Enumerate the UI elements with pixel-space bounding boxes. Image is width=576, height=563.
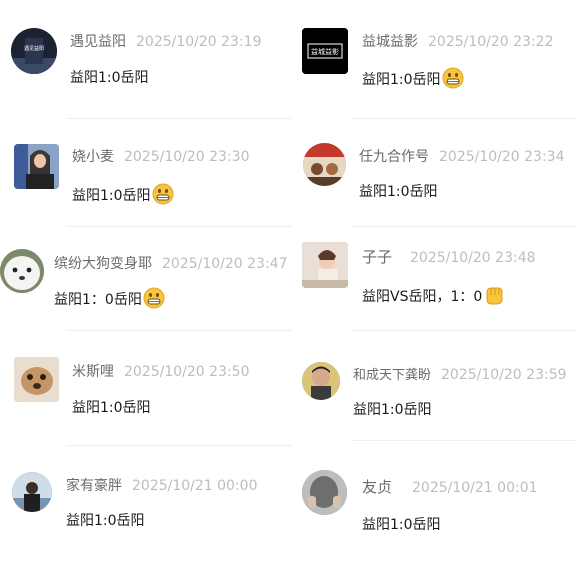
avatar[interactable]: 益城益影 xyxy=(302,28,348,74)
divider xyxy=(66,118,292,119)
username[interactable]: 和成天下龚盼 xyxy=(353,368,431,383)
comment-text: 益阳1:0岳阳 xyxy=(353,402,432,418)
comment-header: 子子 2025/10/20 23:48 xyxy=(362,246,536,267)
grin-emoji-icon xyxy=(442,67,464,89)
username[interactable]: 缤纷大狗变身耶 xyxy=(54,256,152,272)
username[interactable]: 任九合作号 xyxy=(359,149,429,165)
divider xyxy=(66,226,292,227)
comment-text: 益阳VS岳阳，1：0 xyxy=(362,284,505,306)
timestamp: 2025/10/20 23:34 xyxy=(439,149,565,165)
username[interactable]: 友贞 xyxy=(362,478,392,496)
username[interactable]: 遇见益阳 xyxy=(70,34,126,50)
divider xyxy=(352,440,576,441)
timestamp: 2025/10/20 23:47 xyxy=(162,256,288,272)
comment-header: 遇见益阳 2025/10/20 23:19 xyxy=(70,31,262,51)
avatar[interactable] xyxy=(14,144,59,189)
comment-text: 益阳1:0岳阳 xyxy=(70,70,149,86)
comment-header: 任九合作号 2025/10/20 23:34 xyxy=(359,146,565,166)
username[interactable]: 子子 xyxy=(362,248,392,266)
divider xyxy=(66,330,292,331)
username[interactable]: 益城益影 xyxy=(362,34,418,50)
comment-header: 米斯哩 2025/10/20 23:50 xyxy=(72,361,250,381)
username[interactable]: 家有豪胖 xyxy=(66,478,122,494)
divider xyxy=(66,445,292,446)
avatar[interactable] xyxy=(302,470,347,515)
comment-text: 益阳1:0岳阳 xyxy=(72,183,174,205)
comment-text: 益阳1：0岳阳 xyxy=(54,287,165,309)
avatar[interactable] xyxy=(303,143,346,186)
timestamp: 2025/10/20 23:19 xyxy=(136,34,262,50)
svg-text:遇见益阳: 遇见益阳 xyxy=(24,45,44,52)
comment-text: 益阳1:0岳阳 xyxy=(362,67,464,89)
timestamp: 2025/10/21 00:01 xyxy=(412,480,538,496)
comment-header: 娆小麦 2025/10/20 23:30 xyxy=(72,146,250,166)
timestamp: 2025/10/20 23:48 xyxy=(410,250,536,266)
comment-header: 和成天下龚盼 2025/10/20 23:59 xyxy=(353,364,567,383)
divider xyxy=(352,118,576,119)
avatar[interactable] xyxy=(302,362,340,400)
comment-text: 益阳1:0岳阳 xyxy=(66,513,145,529)
avatar[interactable] xyxy=(12,472,52,512)
avatar[interactable] xyxy=(14,357,59,402)
comment-header: 缤纷大狗变身耶 2025/10/20 23:47 xyxy=(54,253,288,273)
grin-emoji-icon xyxy=(143,287,165,309)
avatar[interactable] xyxy=(0,249,44,293)
comment-header: 益城益影 2025/10/20 23:22 xyxy=(362,31,554,51)
grin-emoji-icon xyxy=(152,183,174,205)
username[interactable]: 娆小麦 xyxy=(72,149,114,165)
comment-text: 益阳1:0岳阳 xyxy=(359,184,438,200)
timestamp: 2025/10/20 23:59 xyxy=(441,367,567,383)
comment-text: 益阳1:0岳阳 xyxy=(362,517,441,533)
username[interactable]: 米斯哩 xyxy=(72,364,114,380)
svg-text:益城益影: 益城益影 xyxy=(311,47,339,56)
timestamp: 2025/10/20 23:22 xyxy=(428,34,554,50)
comment-header: 家有豪胖 2025/10/21 00:00 xyxy=(66,475,258,495)
timestamp: 2025/10/20 23:30 xyxy=(124,149,250,165)
avatar[interactable]: 遇见益阳 xyxy=(11,28,57,74)
comment-header: 友贞 2025/10/21 00:01 xyxy=(362,476,538,497)
divider xyxy=(352,226,576,227)
avatar[interactable] xyxy=(302,242,348,288)
fist-emoji-icon xyxy=(483,284,505,306)
timestamp: 2025/10/20 23:50 xyxy=(124,364,250,380)
comment-text: 益阳1:0岳阳 xyxy=(72,400,151,416)
divider xyxy=(352,330,576,331)
timestamp: 2025/10/21 00:00 xyxy=(132,478,258,494)
